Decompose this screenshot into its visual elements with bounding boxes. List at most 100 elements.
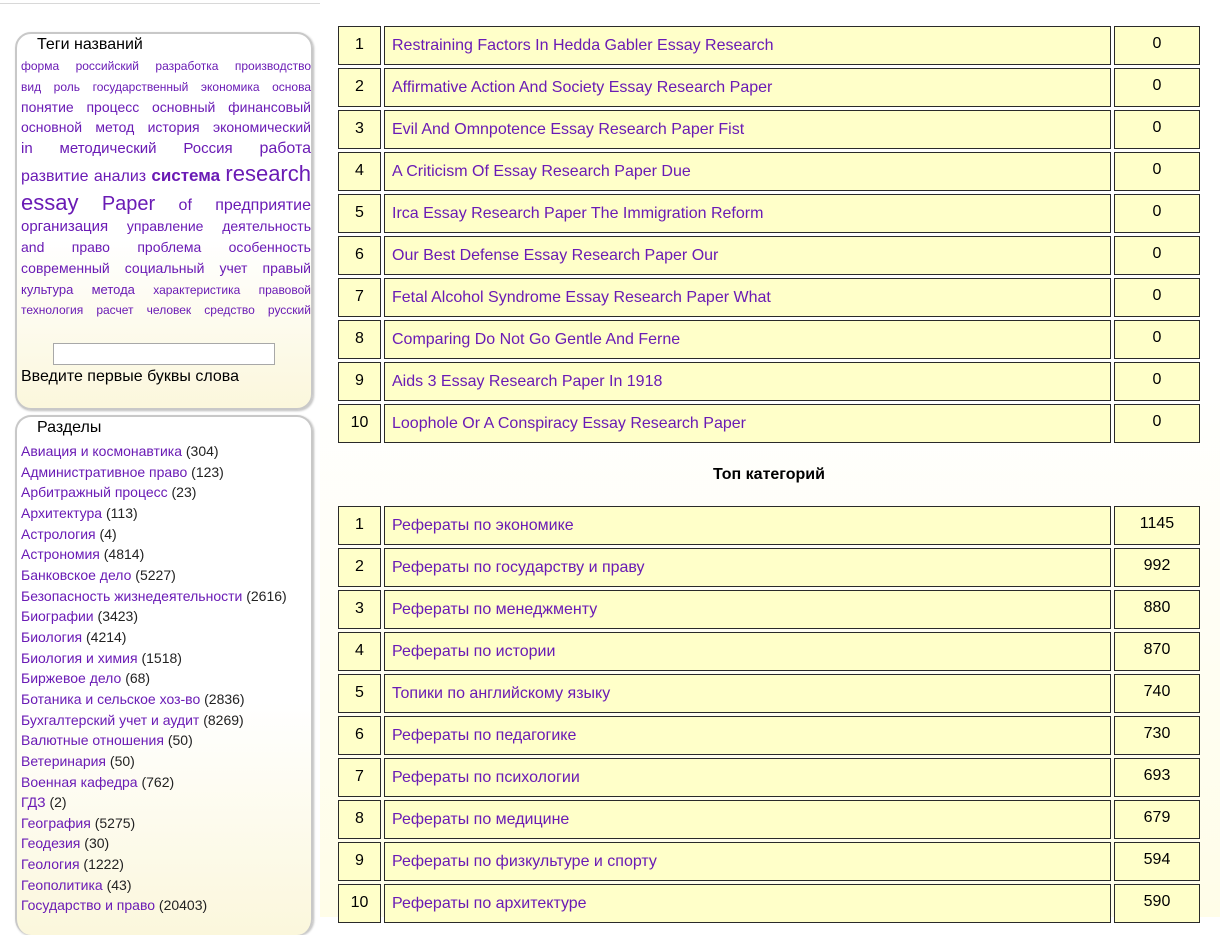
title-link[interactable]: Restraining Factors In Hedda Gabler Essa… — [392, 37, 774, 54]
title-link[interactable]: Рефераты по психологии — [392, 769, 580, 786]
title-link[interactable]: Рефераты по государству и праву — [392, 559, 645, 576]
title-link[interactable]: Рефераты по медицине — [392, 811, 569, 828]
section-link[interactable]: Ботаника и сельское хоз-во — [21, 691, 200, 707]
tag-link[interactable]: управление — [127, 218, 204, 234]
title-link[interactable]: Loophole Or A Conspiracy Essay Research … — [392, 415, 746, 432]
tag-link[interactable]: расчет — [96, 303, 133, 317]
tag-link[interactable]: правовой — [259, 283, 311, 297]
tag-link[interactable]: of — [179, 197, 192, 214]
title-link[interactable]: Рефераты по экономике — [392, 517, 574, 534]
section-link[interactable]: Бухгалтерский учет и аудит — [21, 712, 199, 728]
tag-link[interactable]: русский — [268, 303, 311, 317]
tag-link[interactable]: производство — [235, 59, 311, 73]
section-link[interactable]: Биология — [21, 629, 82, 645]
section-link[interactable]: Геология — [21, 856, 80, 872]
section-link[interactable]: Банковское дело — [21, 567, 131, 583]
title-link[interactable]: Рефераты по педагогике — [392, 727, 576, 744]
tag-link[interactable]: деятельность — [222, 218, 311, 234]
title-link[interactable]: Рефераты по истории — [392, 643, 555, 660]
tag-link[interactable]: учет — [219, 260, 247, 276]
tag-link[interactable]: характеристика — [153, 283, 240, 297]
section-link[interactable]: ГДЗ — [21, 794, 46, 810]
tag-link[interactable]: essay — [21, 190, 78, 215]
tag-link[interactable]: культура — [21, 282, 73, 297]
tag-link[interactable]: система — [151, 166, 220, 185]
tag-link[interactable]: основа — [272, 80, 311, 94]
tag-link[interactable]: современный — [21, 260, 110, 276]
tag-link[interactable]: организация — [21, 218, 108, 235]
title-cell: Fetal Alcohol Syndrome Essay Research Pa… — [384, 278, 1111, 317]
tag-link[interactable]: экономический — [213, 119, 311, 135]
section-link[interactable]: Биология и химия — [21, 650, 138, 666]
rank-number: 9 — [338, 842, 381, 881]
section-link[interactable]: Астрономия — [21, 546, 100, 562]
section-link[interactable]: Геодезия — [21, 835, 80, 851]
tag-link[interactable]: социальный — [125, 260, 205, 276]
tag-link[interactable]: понятие — [21, 99, 74, 115]
title-link[interactable]: Рефераты по архитектуре — [392, 895, 587, 912]
tag-link[interactable]: основный — [152, 99, 215, 115]
title-link[interactable]: Топики по английскому языку — [392, 685, 610, 702]
tag-link[interactable]: государственный — [93, 80, 189, 94]
section-link[interactable]: Астрология — [21, 526, 96, 542]
tag-link[interactable]: право — [72, 239, 110, 255]
tag-link[interactable]: вид — [21, 80, 41, 94]
tag-link[interactable]: Paper — [102, 193, 155, 215]
title-link[interactable]: Fetal Alcohol Syndrome Essay Research Pa… — [392, 289, 771, 306]
tag-link[interactable]: развитие — [21, 168, 89, 185]
section-link[interactable]: Безопасность жизнедеятельности — [21, 588, 242, 604]
tag-link[interactable]: предприятие — [215, 197, 311, 214]
title-link[interactable]: Comparing Do Not Go Gentle And Ferne — [392, 331, 680, 348]
tag-link[interactable]: research — [225, 161, 311, 186]
tag-link[interactable]: правый — [263, 260, 311, 276]
tag-link[interactable]: технология — [21, 303, 83, 317]
tag-link[interactable]: основной — [21, 119, 82, 135]
title-link[interactable]: Affirmative Action And Society Essay Res… — [392, 79, 772, 96]
tag-link[interactable]: методический — [60, 140, 157, 157]
count-cell: 0 — [1114, 320, 1200, 359]
tag-link[interactable]: работа — [259, 140, 311, 157]
tag-link[interactable]: особенность — [229, 239, 311, 255]
section-link[interactable]: Биографии — [21, 608, 94, 624]
title-link[interactable]: Рефераты по физкультуре и спорту — [392, 853, 657, 870]
section-link[interactable]: География — [21, 815, 91, 831]
section-link[interactable]: Государство и право — [21, 897, 155, 913]
tag-link[interactable]: российский — [76, 59, 139, 73]
tag-link[interactable]: экономика — [201, 80, 260, 94]
section-link[interactable]: Ветеринария — [21, 753, 106, 769]
tag-link[interactable]: форма — [21, 59, 59, 73]
section-item: Астрология (4) — [21, 524, 311, 545]
tag-link[interactable]: средство — [204, 303, 255, 317]
tag-link[interactable]: анализ — [94, 168, 146, 185]
tag-link[interactable]: метод — [95, 119, 134, 135]
tag-link[interactable]: человек — [147, 303, 192, 317]
title-link[interactable]: A Criticism Of Essay Research Paper Due — [392, 163, 691, 180]
title-link[interactable]: Aids 3 Essay Research Paper In 1918 — [392, 373, 662, 390]
tag-link[interactable]: финансовый — [228, 99, 311, 115]
section-link[interactable]: Военная кафедра — [21, 774, 138, 790]
tag-link[interactable]: роль — [54, 80, 80, 94]
section-link[interactable]: Геополитика — [21, 877, 103, 893]
tag-search-input[interactable] — [53, 343, 275, 365]
section-link[interactable]: Авиация и космонавтика — [21, 443, 182, 459]
tag-link[interactable]: метода — [92, 282, 135, 297]
tag-link[interactable]: история — [148, 119, 200, 135]
tag-link[interactable]: in — [21, 140, 33, 157]
tag-link[interactable]: проблема — [137, 239, 201, 255]
title-link[interactable]: Our Best Defense Essay Research Paper Ou… — [392, 247, 718, 264]
tag-cloud-line: современный социальный учет правый — [21, 259, 311, 280]
section-link[interactable]: Арбитражный процесс — [21, 484, 168, 500]
section-link[interactable]: Валютные отношения — [21, 732, 164, 748]
title-link[interactable]: Irca Essay Research Paper The Immigratio… — [392, 205, 763, 222]
section-link[interactable]: Архитектура — [21, 505, 102, 521]
tag-link[interactable]: разработка — [155, 59, 218, 73]
section-link[interactable]: Биржевое дело — [21, 670, 121, 686]
title-link[interactable]: Evil And Omnpotence Essay Research Paper… — [392, 121, 744, 138]
tag-link[interactable]: and — [21, 239, 44, 255]
tag-link[interactable]: Россия — [183, 140, 232, 157]
section-link[interactable]: Административное право — [21, 464, 187, 480]
section-item: Геополитика (43) — [21, 875, 311, 896]
tag-link[interactable]: процесс — [86, 99, 139, 115]
paper-row: 7 Fetal Alcohol Syndrome Essay Research P… — [338, 278, 1200, 320]
title-link[interactable]: Рефераты по менеджменту — [392, 601, 597, 618]
